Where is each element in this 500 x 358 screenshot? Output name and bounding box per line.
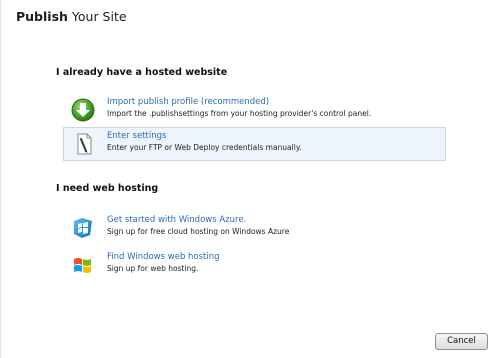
pen-document-icon	[70, 131, 96, 157]
windows-azure-link[interactable]: Get started with Windows Azure.	[107, 215, 246, 225]
windows-azure-description: Sign up for free cloud hosting on Window…	[107, 227, 290, 236]
windows-azure-option[interactable]: Get started with Windows Azure. Sign up …	[63, 211, 446, 245]
publish-dialog: Publish Your Site I already have a hoste…	[0, 0, 500, 358]
section-heading-hosted: I already have a hosted website	[56, 67, 228, 78]
windows-azure-icon	[70, 215, 96, 241]
windows-flag-icon	[70, 252, 96, 278]
enter-settings-link[interactable]: Enter settings	[107, 131, 166, 141]
dialog-title: Publish Your Site	[16, 7, 127, 27]
import-publish-profile-description: Import the .publishsettings from your ho…	[107, 109, 372, 118]
import-publish-profile-link[interactable]: Import publish profile (recommended)	[107, 97, 269, 107]
download-arrow-icon	[70, 97, 96, 123]
enter-settings-description: Enter your FTP or Web Deploy credentials…	[107, 143, 302, 152]
section-heading-web-hosting: I need web hosting	[56, 183, 159, 194]
windows-web-hosting-description: Sign up for web hosting.	[107, 264, 199, 273]
windows-web-hosting-option[interactable]: Find Windows web hosting Sign up for web…	[63, 248, 446, 282]
windows-web-hosting-link[interactable]: Find Windows web hosting	[107, 252, 220, 262]
cancel-button[interactable]: Cancel	[435, 333, 488, 350]
dialog-title-bold: Publish	[16, 9, 68, 24]
enter-settings-option[interactable]: Enter settings Enter your FTP or Web Dep…	[63, 127, 446, 161]
import-publish-profile-option[interactable]: Import publish profile (recommended) Imp…	[63, 93, 446, 127]
dialog-title-rest: Your Site	[67, 9, 127, 24]
